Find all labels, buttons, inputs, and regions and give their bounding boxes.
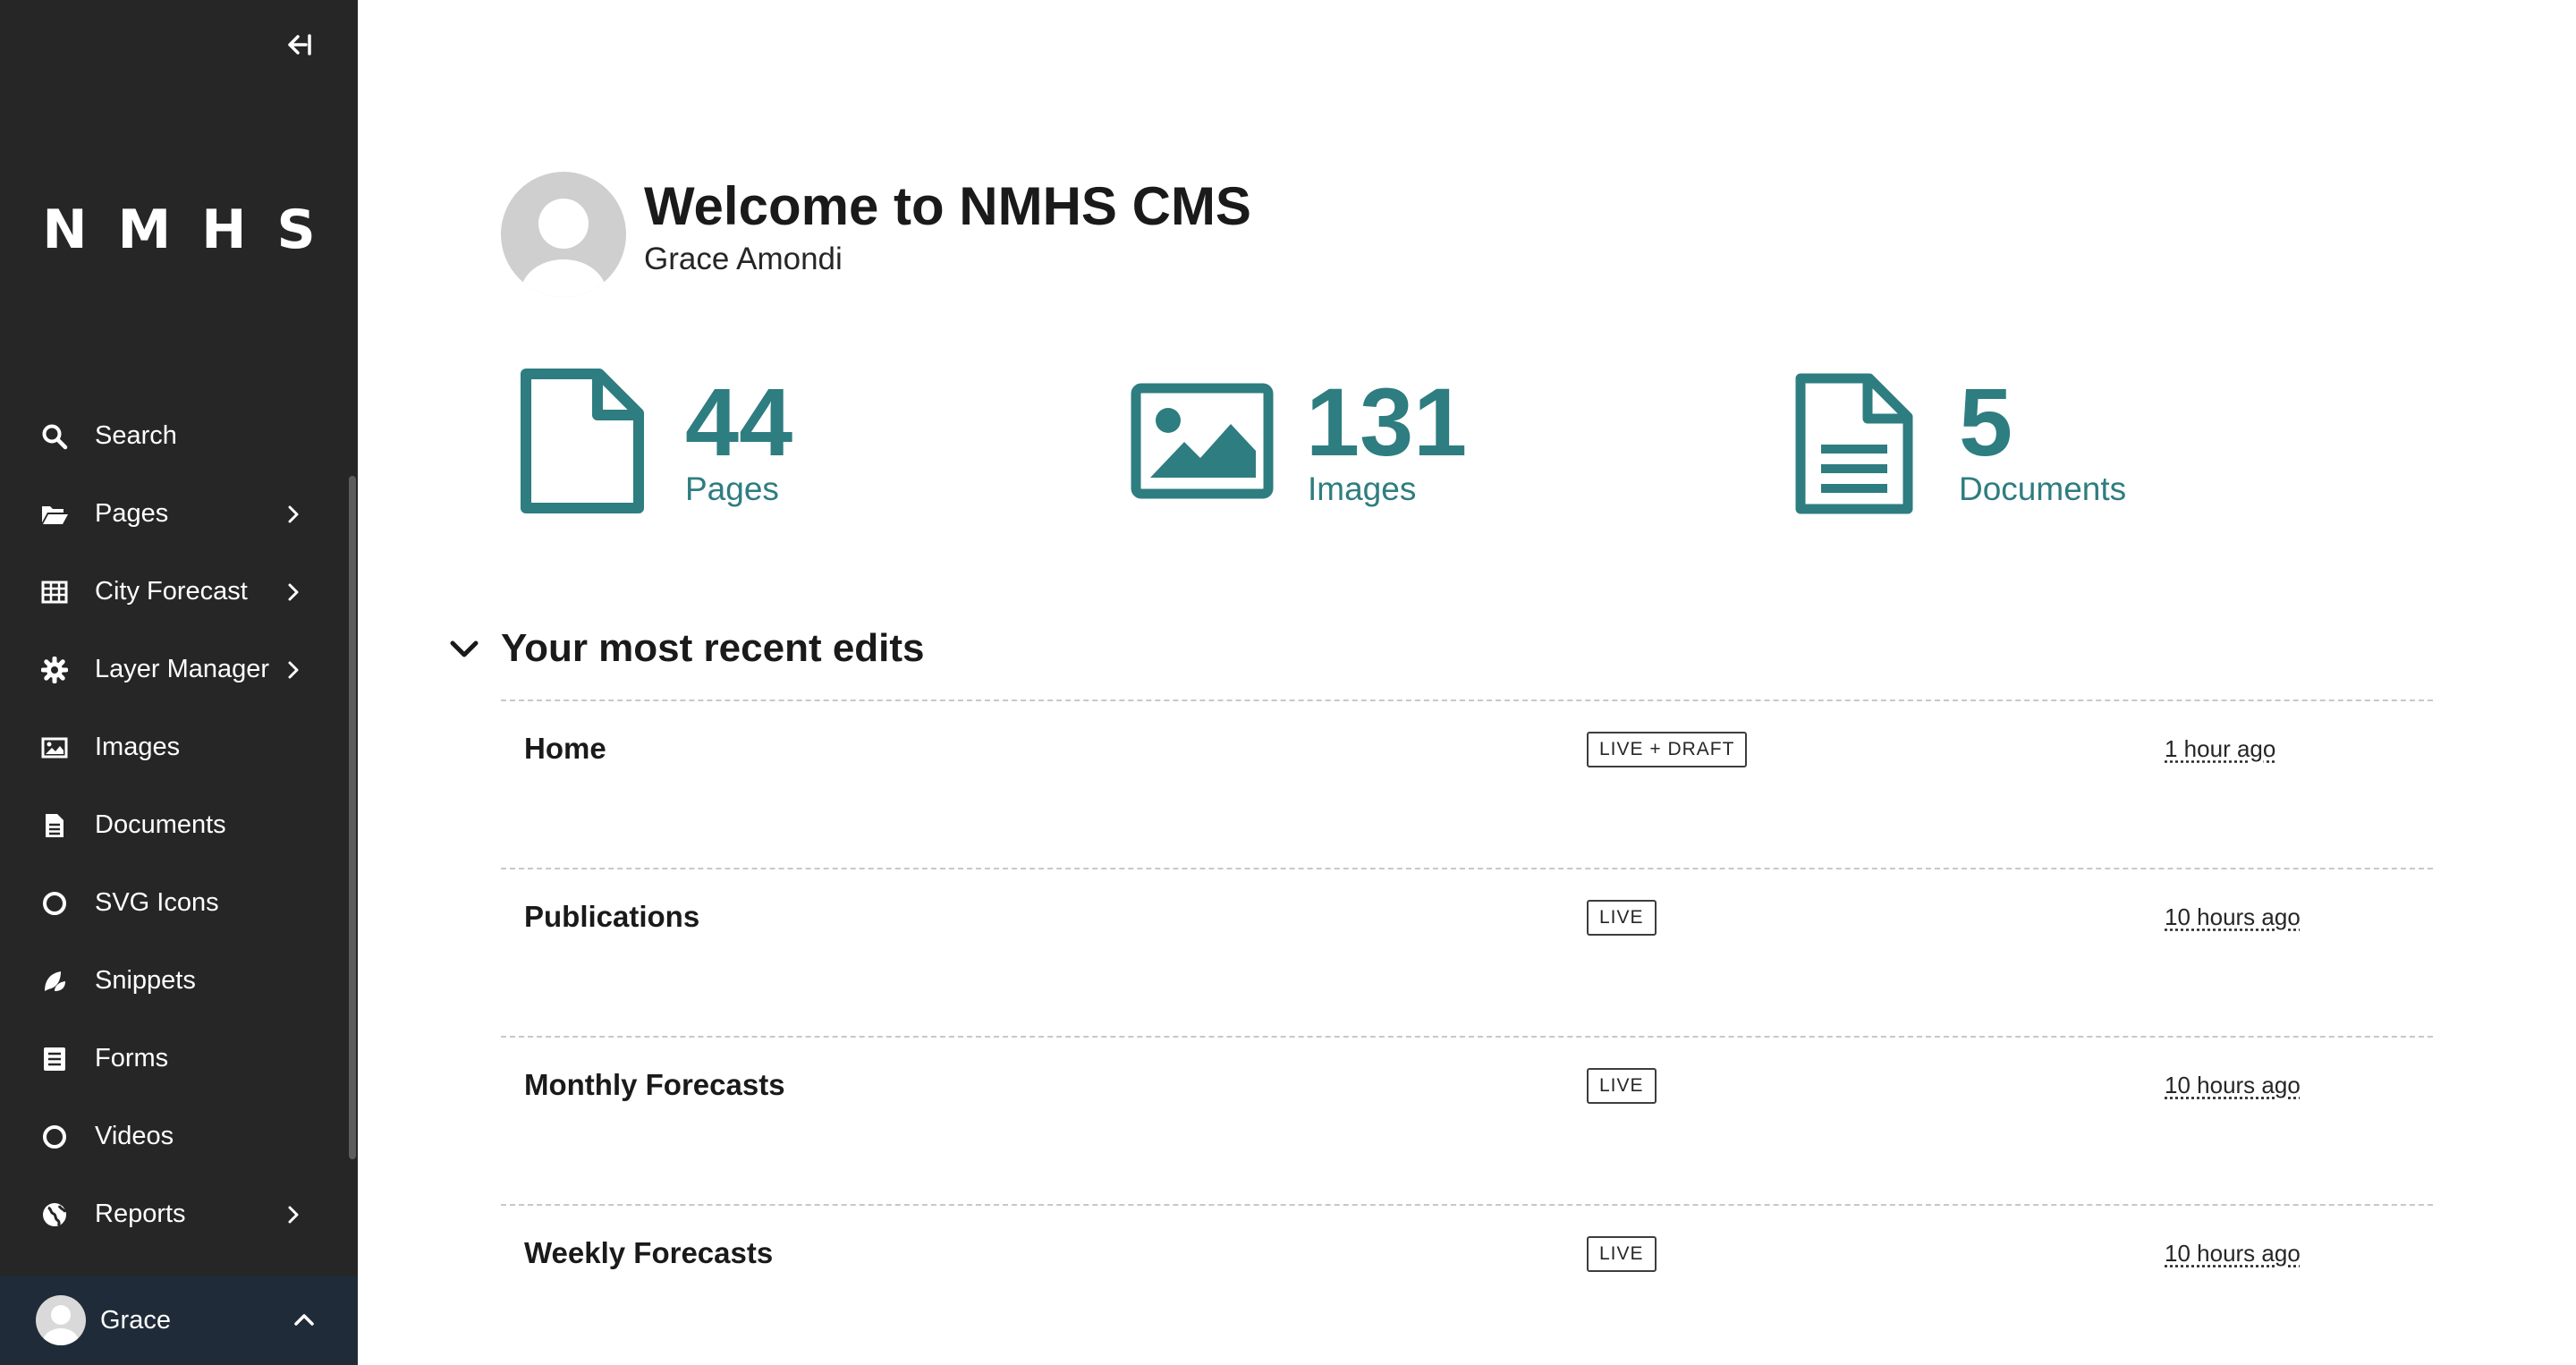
chevron-right-icon (283, 581, 304, 603)
main-menu: Search Pages City Forecast Layer Manager (0, 397, 349, 1253)
stat-label: Pages (685, 471, 779, 507)
stat-label: Images (1308, 471, 1417, 507)
collapse-left-icon (288, 34, 311, 55)
document-icon (39, 810, 70, 841)
list-item: Weekly Forecasts LIVE 10 hours ago (501, 1204, 2433, 1365)
chevron-right-icon (283, 1204, 304, 1225)
edit-title-link[interactable]: Publications (524, 900, 699, 934)
sidebar-item-pages[interactable]: Pages (0, 475, 349, 553)
status-badge: LIVE + DRAFT (1587, 732, 1748, 767)
avatar (501, 172, 626, 297)
sidebar-item-forms[interactable]: Forms (0, 1020, 349, 1098)
sidebar-item-label: Forms (95, 1044, 169, 1072)
sidebar-item-city-forecast[interactable]: City Forecast (0, 553, 349, 631)
edit-title-link[interactable]: Monthly Forecasts (524, 1068, 785, 1102)
collapse-sidebar-button[interactable] (279, 29, 318, 61)
sidebar-item-label: Search (95, 421, 177, 450)
sidebar-item-label: Layer Manager (95, 655, 270, 683)
chevron-up-icon (294, 1314, 314, 1326)
sidebar-item-search[interactable]: Search (0, 397, 349, 475)
image-icon (39, 733, 70, 763)
sidebar-item-videos[interactable]: Videos (0, 1098, 349, 1175)
edit-timestamp: 10 hours ago (2165, 1072, 2301, 1098)
document-icon (1795, 373, 1913, 514)
sidebar: NMHS Search Pages City Forecast Layer Ma… (0, 0, 358, 1365)
gear-icon (39, 655, 70, 685)
section-title[interactable]: Your most recent edits (501, 626, 925, 671)
recent-edits-list: Home LIVE + DRAFT 1 hour ago Publication… (501, 699, 2433, 1365)
sidebar-scrollbar[interactable] (349, 476, 356, 1159)
sidebar-item-svg-icons[interactable]: SVG Icons (0, 864, 349, 942)
page-icon (521, 369, 644, 513)
stat-number: 131 (1306, 368, 1468, 476)
circle-icon (39, 888, 70, 919)
sidebar-item-layer-manager[interactable]: Layer Manager (0, 631, 349, 708)
stat-number: 44 (685, 368, 793, 476)
sidebar-item-documents[interactable]: Documents (0, 786, 349, 864)
stat-documents[interactable]: 5 Documents (1794, 365, 2295, 517)
search-icon (39, 421, 70, 452)
user-full-name: Grace Amondi (644, 242, 843, 276)
sidebar-item-label: Reports (95, 1200, 186, 1228)
site-logo[interactable]: NMHS (0, 199, 358, 261)
form-icon (39, 1044, 70, 1074)
page-title: Welcome to NMHS CMS (644, 176, 1251, 236)
stat-label: Documents (1959, 471, 2127, 507)
edit-timestamp: 1 hour ago (2165, 735, 2276, 762)
sidebar-item-label: Images (95, 733, 181, 761)
stat-number: 5 (1959, 368, 2013, 476)
list-item: Monthly Forecasts LIVE 10 hours ago (501, 1036, 2433, 1204)
sidebar-item-label: Pages (95, 499, 169, 528)
sidebar-item-reports[interactable]: Reports (0, 1175, 349, 1253)
edit-timestamp: 10 hours ago (2165, 1240, 2301, 1267)
edit-title-link[interactable]: Home (524, 732, 606, 766)
sidebar-item-label: Snippets (95, 966, 196, 995)
account-name: Grace (100, 1305, 171, 1335)
sidebar-item-images[interactable]: Images (0, 708, 349, 786)
status-badge: LIVE (1587, 900, 1657, 936)
globe-icon (39, 1200, 70, 1230)
status-badge: LIVE (1587, 1236, 1657, 1272)
avatar (36, 1295, 86, 1345)
sidebar-item-label: SVG Icons (95, 888, 219, 917)
table-icon (39, 577, 70, 607)
sidebar-item-label: Documents (95, 810, 226, 839)
stat-images[interactable]: 131 Images (1131, 365, 1631, 517)
snippet-icon (39, 966, 70, 996)
edit-timestamp: 10 hours ago (2165, 903, 2301, 930)
sidebar-item-label: Videos (95, 1122, 174, 1150)
chevron-down-icon[interactable] (449, 639, 479, 660)
status-badge: LIVE (1587, 1068, 1657, 1104)
stat-pages[interactable]: 44 Pages (519, 365, 966, 517)
image-icon (1131, 383, 1274, 499)
circle-icon (39, 1122, 70, 1152)
main-content: Welcome to NMHS CMS Grace Amondi 44 Page… (358, 0, 2576, 1365)
list-item: Home LIVE + DRAFT 1 hour ago (501, 699, 2433, 868)
chevron-right-icon (283, 504, 304, 525)
account-menu-toggle[interactable]: Grace (0, 1276, 358, 1365)
folder-open-icon (39, 499, 70, 530)
sidebar-item-snippets[interactable]: Snippets (0, 942, 349, 1020)
edit-title-link[interactable]: Weekly Forecasts (524, 1236, 773, 1270)
list-item: Publications LIVE 10 hours ago (501, 868, 2433, 1036)
sidebar-item-label: City Forecast (95, 577, 248, 606)
chevron-right-icon (283, 659, 304, 681)
